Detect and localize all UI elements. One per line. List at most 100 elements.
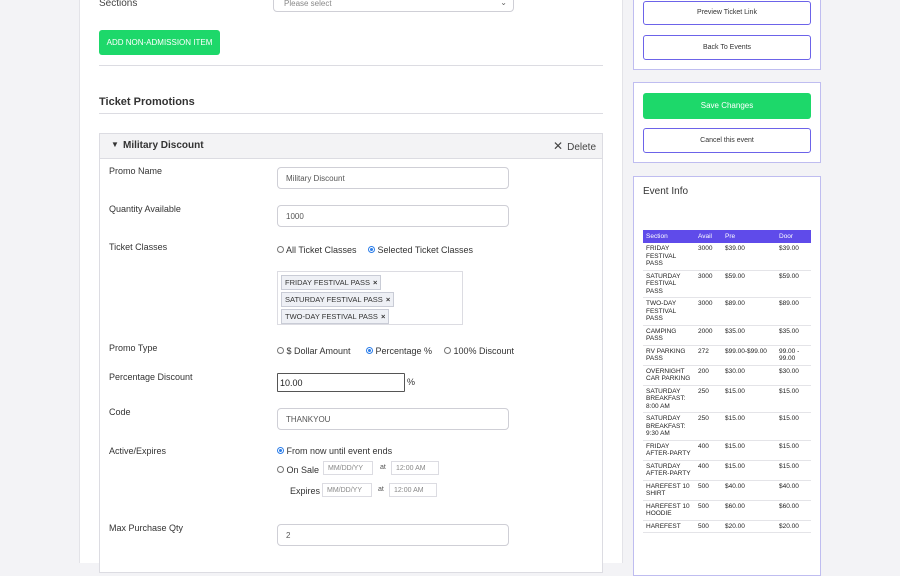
expires-time-input[interactable]: 12:00 AM bbox=[389, 483, 437, 497]
percentage-input[interactable]: 10.00 bbox=[277, 373, 405, 392]
col-header-pre: Pre bbox=[722, 230, 776, 243]
table-row: FRIDAY FESTIVAL PASS 3000 $39.00 $39.00 bbox=[643, 243, 811, 271]
cell-section: HAREFEST 10 HOODIE bbox=[643, 500, 695, 521]
max-purchase-label: Max Purchase Qty bbox=[109, 523, 184, 533]
table-row: OVERNIGHT CAR PARKING 200 $30.00 $30.00 bbox=[643, 365, 811, 386]
preview-ticket-link-button[interactable]: Preview Ticket Link bbox=[643, 1, 811, 25]
promo-type-label: Promo Type bbox=[109, 343, 158, 353]
cell-avail: 400 bbox=[695, 460, 722, 481]
cell-door: $15.00 bbox=[776, 440, 811, 461]
promo-card-title: Military Discount bbox=[123, 140, 204, 151]
table-row: HAREFEST 500 $20.00 $20.00 bbox=[643, 520, 811, 533]
cell-section: SATURDAY AFTER-PARTY bbox=[643, 460, 695, 481]
cell-avail: 272 bbox=[695, 345, 722, 366]
expires-label: Expires bbox=[290, 486, 321, 496]
radio-dollar-amount[interactable]: $ Dollar Amount bbox=[277, 346, 351, 356]
cell-door: $20.00 bbox=[776, 520, 811, 533]
cell-pre: $15.00 bbox=[722, 385, 776, 413]
at-label: at bbox=[380, 464, 386, 471]
max-purchase-input[interactable]: 2 bbox=[277, 524, 509, 546]
sidebar-links-box: Preview Ticket Link Back To Events bbox=[633, 0, 821, 70]
delete-promo-button[interactable]: ✕ Delete bbox=[553, 139, 596, 153]
radio-from-now[interactable]: From now until event ends bbox=[277, 446, 392, 456]
cell-section: HAREFEST 10 SHIRT bbox=[643, 480, 695, 501]
table-header-row: Section Avail Pre Door bbox=[643, 230, 811, 243]
on-sale-date-input[interactable]: MM/DD/YY bbox=[323, 461, 373, 475]
add-non-admission-item-button[interactable]: ADD NON-ADMISSION ITEM bbox=[99, 30, 220, 55]
caret-down-icon[interactable]: ▼ bbox=[111, 140, 119, 149]
cell-section: TWO-DAY FESTIVAL PASS bbox=[643, 297, 695, 326]
tag-label: FRIDAY FESTIVAL PASS bbox=[285, 278, 371, 287]
cell-pre: $99.00-$99.00 bbox=[722, 345, 776, 366]
remove-tag-icon[interactable]: × bbox=[386, 295, 390, 304]
option-label: Selected Ticket Classes bbox=[377, 245, 474, 255]
radio-icon bbox=[277, 347, 284, 355]
code-input[interactable]: THANKYOU bbox=[277, 408, 509, 430]
cell-section: SATURDAY BREAKFAST: 9:30 AM bbox=[643, 412, 695, 441]
cell-avail: 500 bbox=[695, 500, 722, 521]
promo-card-header[interactable]: ▼ Military Discount ✕ Delete bbox=[100, 134, 602, 159]
option-label: From now until event ends bbox=[286, 446, 393, 456]
option-label: On Sale bbox=[286, 465, 320, 475]
cell-avail: 200 bbox=[695, 365, 722, 386]
cell-pre: $39.00 bbox=[722, 243, 776, 271]
close-icon: ✕ bbox=[553, 139, 564, 153]
cell-avail: 250 bbox=[695, 385, 722, 413]
on-sale-time-input[interactable]: 12:00 AM bbox=[391, 461, 439, 475]
expires-date-input[interactable]: MM/DD/YY bbox=[322, 483, 372, 497]
ticket-promotions-title: Ticket Promotions bbox=[99, 96, 195, 108]
quantity-label: Quantity Available bbox=[109, 204, 181, 214]
cell-pre: $15.00 bbox=[722, 460, 776, 481]
event-info-box: Event Info Section Avail Pre Door FRIDAY… bbox=[633, 176, 821, 576]
percent-sign: % bbox=[407, 377, 416, 387]
cell-door: $15.00 bbox=[776, 385, 811, 413]
col-header-avail: Avail bbox=[695, 230, 722, 243]
remove-tag-icon[interactable]: × bbox=[373, 278, 377, 287]
cell-section: RV PARKING PASS bbox=[643, 345, 695, 366]
sidebar-actions-box: Save Changes Cancel this event bbox=[633, 82, 821, 163]
cell-avail: 250 bbox=[695, 412, 722, 441]
cell-section: FRIDAY AFTER-PARTY bbox=[643, 440, 695, 461]
table-row: SATURDAY BREAKFAST: 9:30 AM 250 $15.00 $15.… bbox=[643, 412, 811, 441]
col-header-section: Section bbox=[643, 230, 695, 243]
promo-card: ▼ Military Discount ✕ Delete bbox=[99, 133, 603, 573]
cell-pre: $89.00 bbox=[722, 297, 776, 326]
class-tag: SATURDAY FESTIVAL PASS × bbox=[281, 292, 395, 307]
remove-tag-icon[interactable]: × bbox=[381, 312, 385, 321]
cell-pre: $59.00 bbox=[722, 270, 776, 298]
promo-name-input[interactable]: Military Discount bbox=[277, 167, 509, 189]
at-label: at bbox=[378, 486, 384, 493]
cell-pre: $15.00 bbox=[722, 440, 776, 461]
cell-door: $30.00 bbox=[776, 365, 811, 386]
table-row: FRIDAY AFTER-PARTY 400 $15.00 $15.00 bbox=[643, 440, 811, 461]
code-label: Code bbox=[109, 407, 131, 417]
table-row: CAMPING PASS 2000 $35.00 $35.00 bbox=[643, 325, 811, 346]
radio-100-discount[interactable]: 100% Discount bbox=[444, 346, 514, 356]
cell-door: $59.00 bbox=[776, 270, 811, 298]
event-info-rows: FRIDAY FESTIVAL PASS 3000 $39.00 $39.00 SATU… bbox=[643, 243, 811, 533]
radio-icon bbox=[366, 347, 373, 355]
radio-icon bbox=[277, 246, 284, 254]
main-form-panel: Sections Please select ⌄ ADD NON-ADMISSI… bbox=[79, 0, 623, 573]
back-to-events-button[interactable]: Back To Events bbox=[643, 35, 811, 60]
table-row: RV PARKING PASS 272 $99.00-$99.00 99.00 - 9… bbox=[643, 345, 811, 366]
radio-all-ticket-classes[interactable]: All Ticket Classes bbox=[277, 245, 357, 255]
radio-selected-ticket-classes[interactable]: Selected Ticket Classes bbox=[368, 245, 473, 255]
delete-label: Delete bbox=[567, 142, 596, 153]
cell-avail: 3000 bbox=[695, 270, 722, 298]
sections-select[interactable]: Please select ⌄ bbox=[273, 0, 514, 12]
radio-percentage[interactable]: Percentage % bbox=[366, 346, 432, 356]
radio-icon bbox=[277, 447, 284, 455]
cell-pre: $15.00 bbox=[722, 412, 776, 441]
cancel-event-button[interactable]: Cancel this event bbox=[643, 128, 811, 153]
active-expires-label: Active/Expires bbox=[109, 446, 167, 456]
save-changes-button[interactable]: Save Changes bbox=[643, 93, 811, 119]
option-label: All Ticket Classes bbox=[286, 245, 357, 255]
selected-classes-box[interactable]: FRIDAY FESTIVAL PASS × SATURDAY FESTIVAL … bbox=[277, 271, 463, 325]
quantity-input[interactable]: 1000 bbox=[277, 205, 509, 227]
chevron-down-icon: ⌄ bbox=[500, 0, 507, 7]
cell-door: $15.00 bbox=[776, 460, 811, 481]
col-header-door: Door bbox=[776, 230, 811, 243]
cell-avail: 400 bbox=[695, 440, 722, 461]
radio-on-sale[interactable]: On Sale bbox=[277, 465, 319, 475]
